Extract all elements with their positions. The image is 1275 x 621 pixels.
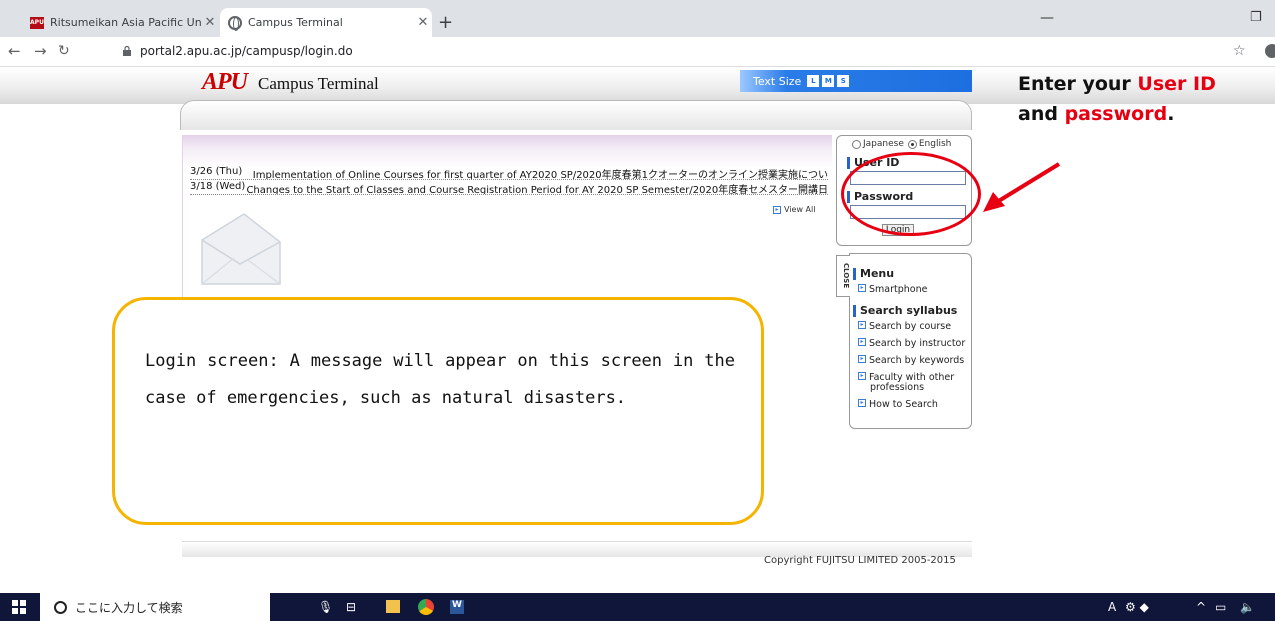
search-syllabus-heading: Search syllabus <box>853 305 957 317</box>
arrow-right-icon: ▸ <box>773 205 781 214</box>
news-title[interactable]: Changes to the Start of Classes and Cour… <box>246 181 828 194</box>
cortana-icon <box>54 600 67 614</box>
reload-icon[interactable]: ↻ <box>58 43 70 59</box>
back-icon[interactable]: ← <box>8 42 21 60</box>
news-title[interactable]: Implementation of Online Courses for fir… <box>253 166 828 179</box>
radio-japanese[interactable] <box>852 139 861 149</box>
menu-item-search-keywords[interactable]: ▸ Search by keywords <box>858 355 964 366</box>
copyright: Copyright FUJITSU LIMITED 2005-2015 <box>764 555 956 566</box>
news-item[interactable]: 3/26 (Thu) Implementation of Online Cour… <box>190 166 828 180</box>
menu-item-faculty-line2[interactable]: professions <box>870 382 924 393</box>
arrow-right-icon: ▸ <box>858 284 866 292</box>
instruction-highlight: password <box>1064 103 1168 125</box>
lang-japanese-label: Japanese <box>863 139 904 149</box>
login-instruction: Enter your User ID and password. <box>1018 69 1275 129</box>
speaker-icon[interactable]: 🔈 <box>1240 593 1255 621</box>
profile-icon[interactable] <box>1265 44 1275 58</box>
view-all-label: View All <box>784 205 816 214</box>
tab-label: Campus Terminal <box>248 16 343 29</box>
envelope-icon <box>201 213 281 285</box>
minimize-icon[interactable]: — <box>1040 10 1054 26</box>
text-size-medium-button[interactable]: M <box>822 75 835 87</box>
text-size-bar: Text Size L M S <box>740 70 972 92</box>
menu-item-how-to-search[interactable]: ▸ How to Search <box>858 399 938 410</box>
close-menu-tab[interactable]: CLOSE <box>836 255 850 297</box>
site-title: Campus Terminal <box>258 74 379 93</box>
word-icon[interactable]: W <box>450 600 464 614</box>
menu-item-smartphone[interactable]: ▸ Smartphone <box>858 284 927 295</box>
tab-label: Ritsumeikan Asia Pacific Universit <box>50 16 201 29</box>
lang-english-label: English <box>918 139 952 149</box>
microphone-icon[interactable]: 🎙 <box>318 593 333 621</box>
new-tab-button[interactable]: + <box>438 12 453 33</box>
lock-icon <box>123 46 131 56</box>
callout-text: Login screen: A message will appear on t… <box>145 351 735 408</box>
content-frame <box>180 100 972 130</box>
show-hidden-icons-icon[interactable]: ^ <box>1196 593 1206 621</box>
file-explorer-icon[interactable] <box>386 600 400 613</box>
apu-favicon-icon: APU <box>30 16 44 29</box>
news-item[interactable]: 3/18 (Wed) Changes to the Start of Class… <box>190 181 828 195</box>
arrow-right-icon: ▸ <box>858 372 866 380</box>
close-tab-icon[interactable]: ✕ <box>201 15 219 30</box>
menu-item-search-instructor[interactable]: ▸ Search by instructor <box>858 338 965 349</box>
radio-english[interactable] <box>907 139 917 149</box>
close-tab-icon[interactable]: ✕ <box>414 15 432 30</box>
menu-item-label: Search by instructor <box>869 338 966 349</box>
restore-icon[interactable]: ❐ <box>1250 10 1262 25</box>
language-selector: Japanese English <box>852 139 951 149</box>
arrow-right-icon: ▸ <box>858 338 866 346</box>
red-arrow-icon <box>983 162 1061 212</box>
instruction-text: and <box>1018 103 1065 125</box>
news-date: 3/26 (Thu) <box>190 166 243 177</box>
task-view-icon[interactable]: ⊟ <box>346 593 356 621</box>
menu-item-label: Search by keywords <box>869 355 965 366</box>
chrome-icon[interactable] <box>418 599 434 615</box>
system-tray-icons[interactable]: ⚙ ◆ <box>1125 593 1149 621</box>
menu-heading: Menu <box>853 268 894 280</box>
ime-indicator[interactable]: A <box>1108 593 1116 621</box>
highlight-circle <box>841 152 981 236</box>
menu-item-search-course[interactable]: ▸ Search by course <box>858 321 951 332</box>
forward-icon[interactable]: → <box>34 42 47 60</box>
menu-item-label: How to Search <box>869 399 938 410</box>
tab-apu[interactable]: APU Ritsumeikan Asia Pacific Universit ✕ <box>22 8 219 37</box>
tab-campus-terminal[interactable]: Campus Terminal ✕ <box>220 8 432 37</box>
text-size-label: Text Size <box>753 74 802 88</box>
windows-start-icon[interactable] <box>12 600 26 614</box>
text-size-large-button[interactable]: L <box>807 75 820 87</box>
taskbar-search-placeholder: ここに入力して検索 <box>75 600 183 615</box>
menu-item-label: Search by course <box>869 321 952 332</box>
view-all-link[interactable]: ▸ View All <box>773 205 815 214</box>
arrow-right-icon: ▸ <box>858 321 866 329</box>
arrow-right-icon: ▸ <box>858 399 866 407</box>
star-icon[interactable]: ☆ <box>1233 43 1246 59</box>
instruction-text: Enter your <box>1018 73 1138 95</box>
text-size-small-button[interactable]: S <box>837 75 850 87</box>
instruction-highlight: User ID <box>1137 73 1216 95</box>
news-date: 3/18 (Wed) <box>190 181 246 192</box>
url-field[interactable]: portal2.apu.ac.jp/campusp/login.do <box>140 44 353 58</box>
instruction-text: . <box>1167 103 1175 125</box>
network-icon[interactable]: ▭ <box>1215 593 1226 621</box>
globe-icon <box>228 15 242 31</box>
menu-item-label: Smartphone <box>869 284 928 295</box>
arrow-right-icon: ▸ <box>858 355 866 363</box>
taskbar-search[interactable]: ここに入力して検索 <box>40 593 270 621</box>
apu-logo: APU <box>202 69 248 95</box>
